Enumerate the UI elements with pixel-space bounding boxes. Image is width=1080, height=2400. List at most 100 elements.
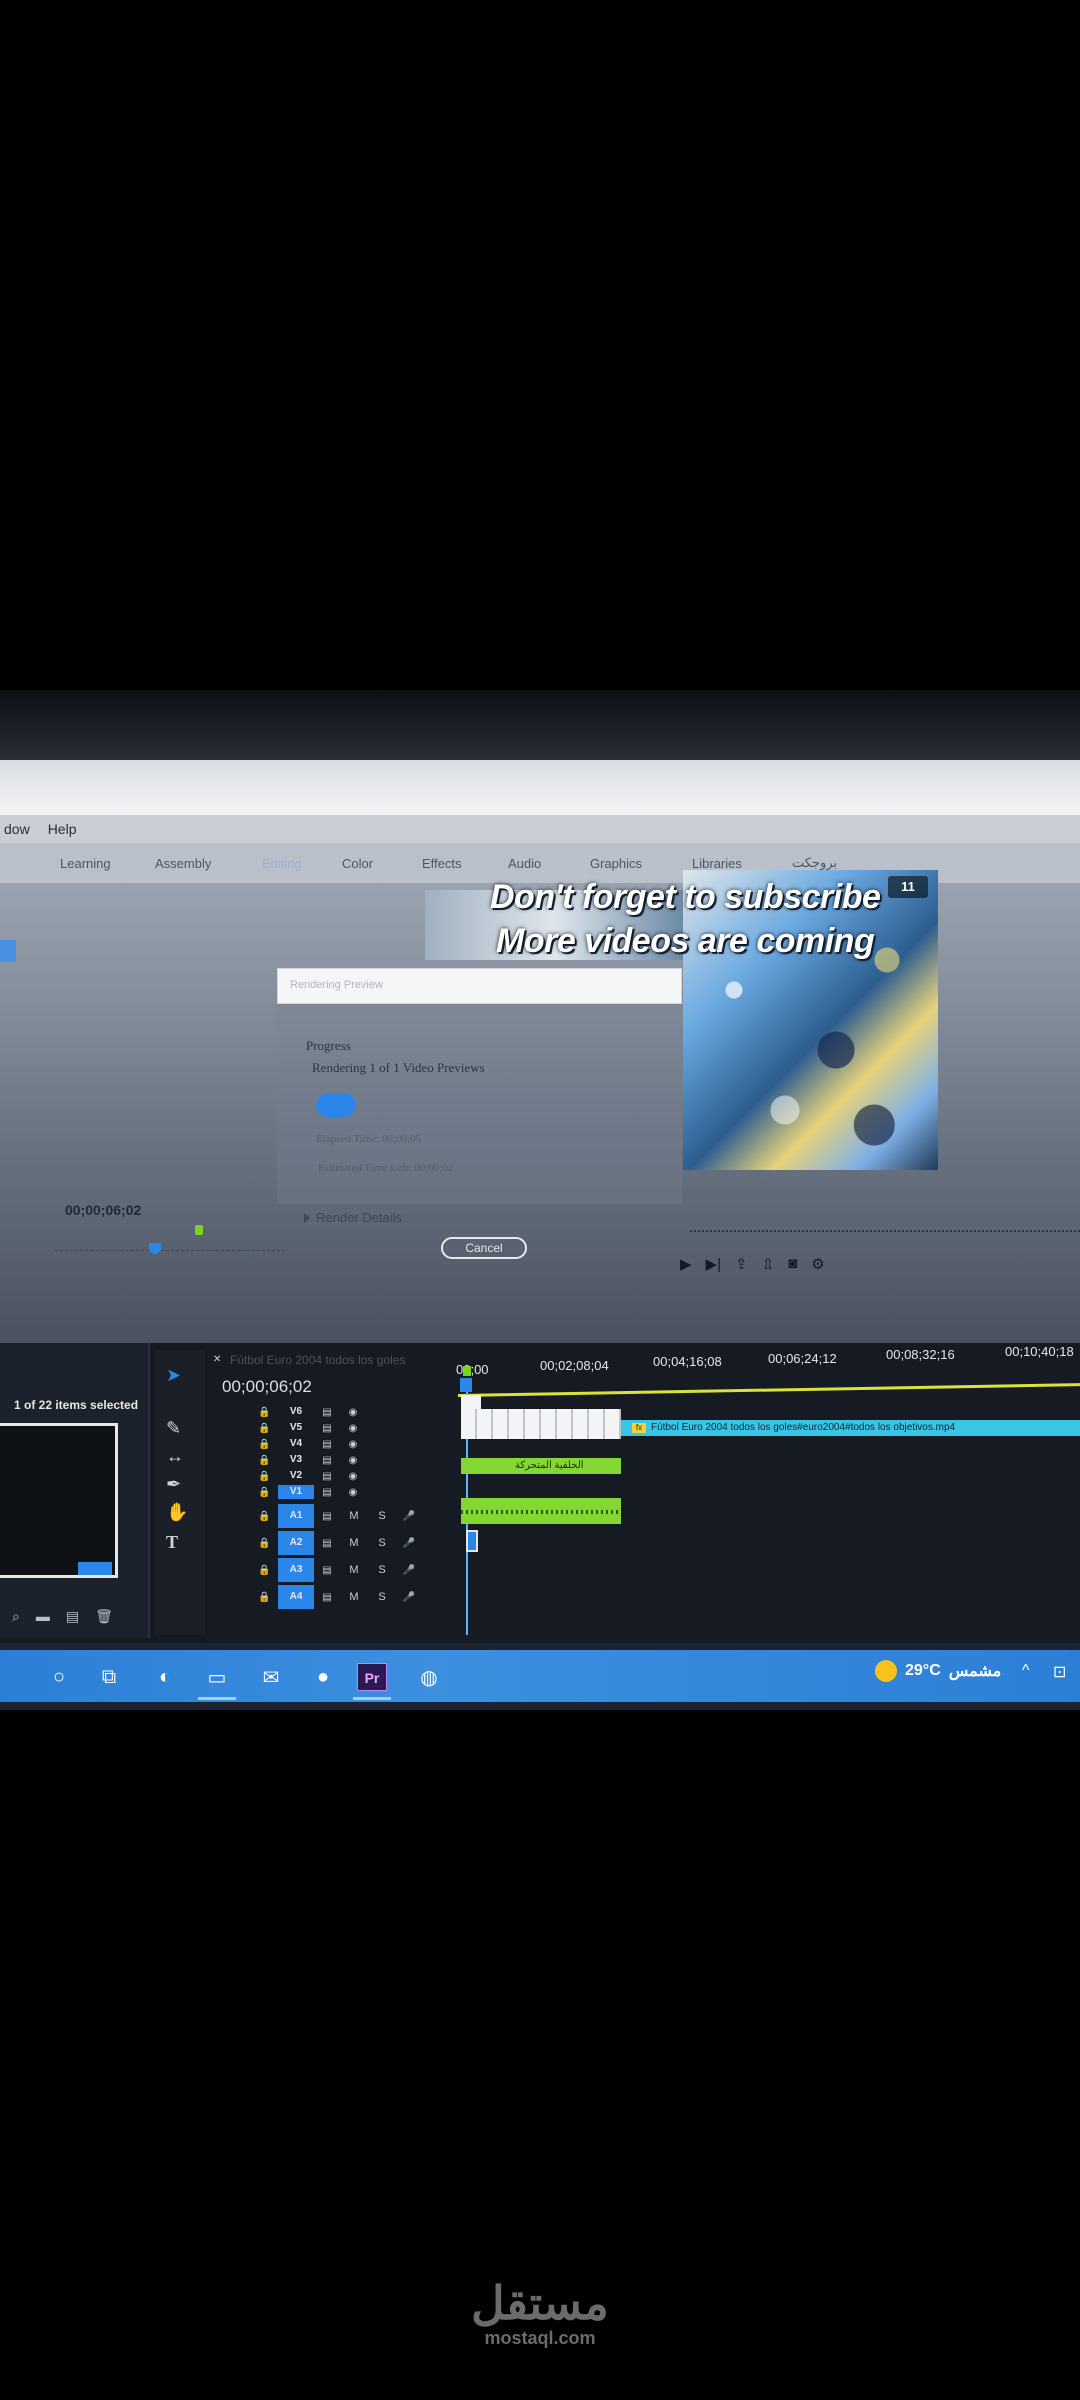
sync-icon[interactable]: ▤ [314, 1423, 340, 1434]
new-bin-icon[interactable]: ▬ [36, 1608, 50, 1625]
type-tool-icon[interactable]: T [166, 1532, 178, 1553]
settings-icon[interactable]: ⚙ [811, 1255, 824, 1273]
tab-color[interactable]: Color [342, 856, 373, 871]
tab-editing[interactable]: Editing [262, 856, 302, 871]
file-explorer-icon[interactable]: ▭ [200, 1660, 234, 1694]
weather-widget[interactable]: 29°C مشمس [875, 1660, 1001, 1682]
lock-icon[interactable]: 🔒 [258, 1592, 278, 1603]
microphone-icon[interactable]: 🎤 [396, 1565, 422, 1576]
eye-icon[interactable]: ◉ [340, 1487, 366, 1498]
tab-libraries[interactable]: Libraries [692, 856, 742, 871]
lock-icon[interactable]: 🔒 [258, 1565, 278, 1576]
lock-icon[interactable]: 🔒 [258, 1538, 278, 1549]
sequence-tab[interactable]: Fútbol Euro 2004 todos los goles [230, 1353, 405, 1367]
eye-icon[interactable]: ◉ [340, 1455, 366, 1466]
source-ruler[interactable] [55, 1250, 285, 1260]
solo-button[interactable]: S [368, 1537, 396, 1549]
sync-icon[interactable]: ▤ [314, 1439, 340, 1450]
sync-icon[interactable]: ▤ [314, 1511, 340, 1522]
mute-button[interactable]: M [340, 1537, 368, 1549]
extract-icon[interactable]: ⇫ [762, 1255, 775, 1273]
track-name[interactable]: A1 [278, 1504, 314, 1528]
tab-assembly[interactable]: Assembly [155, 856, 211, 871]
trash-icon[interactable]: 🗑 [95, 1608, 113, 1625]
eye-icon[interactable]: ◉ [340, 1407, 366, 1418]
menu-help[interactable]: Help [48, 821, 77, 837]
track-name[interactable]: A3 [278, 1558, 314, 1582]
tab-project-ar[interactable]: بروجكت [792, 855, 837, 871]
track-name[interactable]: V2 [278, 1469, 314, 1483]
source-timecode[interactable]: 00;00;06;02 [65, 1202, 141, 1218]
track-name[interactable]: V6 [278, 1405, 314, 1419]
audio-clip[interactable] [461, 1498, 621, 1524]
close-sequence-icon[interactable]: ✕ [213, 1354, 221, 1365]
graphics-clips[interactable] [461, 1409, 621, 1439]
timeline-playhead[interactable] [460, 1378, 472, 1392]
solo-button[interactable]: S [368, 1510, 396, 1522]
tab-audio[interactable]: Audio [508, 856, 541, 871]
lock-icon[interactable]: 🔒 [258, 1455, 278, 1466]
selection-tool-icon[interactable]: ➤ [166, 1365, 181, 1386]
solo-button[interactable]: S [368, 1591, 396, 1603]
track-name[interactable]: A2 [278, 1531, 314, 1555]
sync-icon[interactable]: ▤ [314, 1407, 340, 1418]
audio-clip-small[interactable] [466, 1530, 478, 1552]
solo-button[interactable]: S [368, 1564, 396, 1576]
hand-tool-icon[interactable]: ✋ [166, 1502, 188, 1523]
mute-button[interactable]: M [340, 1510, 368, 1522]
program-ruler[interactable] [690, 1230, 1080, 1244]
eye-icon[interactable]: ◉ [340, 1471, 366, 1482]
sync-icon[interactable]: ▤ [314, 1565, 340, 1576]
mute-button[interactable]: M [340, 1564, 368, 1576]
lock-icon[interactable]: 🔒 [258, 1439, 278, 1450]
razor-tool-icon[interactable]: ✎ [166, 1418, 181, 1439]
pen-tool-icon[interactable]: ✒ [166, 1474, 181, 1495]
tab-learning[interactable]: Learning [60, 856, 111, 871]
microphone-icon[interactable]: 🎤 [396, 1538, 422, 1549]
lock-icon[interactable]: 🔒 [258, 1487, 278, 1498]
tab-effects[interactable]: Effects [422, 856, 462, 871]
menu-window[interactable]: dow [4, 821, 30, 837]
edge-browser-icon[interactable]: ◐ [148, 1660, 182, 1694]
mute-button[interactable]: M [340, 1591, 368, 1603]
lock-icon[interactable]: 🔒 [258, 1407, 278, 1418]
project-thumbnail[interactable] [0, 1423, 118, 1578]
sync-icon[interactable]: ▤ [314, 1487, 340, 1498]
browser-icon[interactable]: ◍ [412, 1660, 446, 1694]
timeline-timecode[interactable]: 00;00;06;02 [222, 1377, 312, 1397]
sync-icon[interactable]: ▤ [314, 1455, 340, 1466]
lock-icon[interactable]: 🔒 [258, 1471, 278, 1482]
render-details-toggle[interactable]: Render Details [304, 1210, 402, 1225]
lock-icon[interactable]: 🔒 [258, 1423, 278, 1434]
app-circle-icon[interactable]: ● [306, 1660, 340, 1694]
eye-icon[interactable]: ◉ [340, 1439, 366, 1450]
search-icon[interactable]: ⌕ [12, 1608, 20, 1625]
video-clip-main[interactable]: Fútbol Euro 2004 todos los goles#euro200… [621, 1420, 1080, 1436]
new-item-icon[interactable]: ▤ [66, 1608, 79, 1625]
mail-icon[interactable]: ✉ [254, 1660, 288, 1694]
track-name[interactable]: A4 [278, 1585, 314, 1609]
chevron-up-icon[interactable]: ^ [1022, 1662, 1030, 1680]
eye-icon[interactable]: ◉ [340, 1423, 366, 1434]
cancel-button[interactable]: Cancel [441, 1237, 527, 1259]
track-name[interactable]: V4 [278, 1437, 314, 1451]
search-circle-icon[interactable]: ○ [42, 1660, 76, 1694]
step-forward-icon[interactable]: ▶| [706, 1255, 721, 1273]
play-icon[interactable]: ▶ [680, 1255, 692, 1273]
track-name[interactable]: V1 [278, 1485, 314, 1499]
microphone-icon[interactable]: 🎤 [396, 1511, 422, 1522]
camera-icon[interactable]: ◙ [788, 1255, 797, 1273]
network-icon[interactable]: ⊡ [1053, 1662, 1066, 1682]
track-name[interactable]: V3 [278, 1453, 314, 1467]
task-view-icon[interactable]: ⧉ [92, 1660, 126, 1694]
sync-icon[interactable]: ▤ [314, 1471, 340, 1482]
track-name[interactable]: V5 [278, 1421, 314, 1435]
panel-edge-tab[interactable] [0, 940, 16, 962]
sync-icon[interactable]: ▤ [314, 1592, 340, 1603]
lock-icon[interactable]: 🔒 [258, 1511, 278, 1522]
sync-icon[interactable]: ▤ [314, 1538, 340, 1549]
premiere-pro-taskbar-button[interactable]: Pr [355, 1660, 389, 1694]
lift-icon[interactable]: ⇪ [735, 1255, 748, 1273]
title-clip[interactable]: الخلفية المتحركة [461, 1458, 621, 1474]
microphone-icon[interactable]: 🎤 [396, 1592, 422, 1603]
